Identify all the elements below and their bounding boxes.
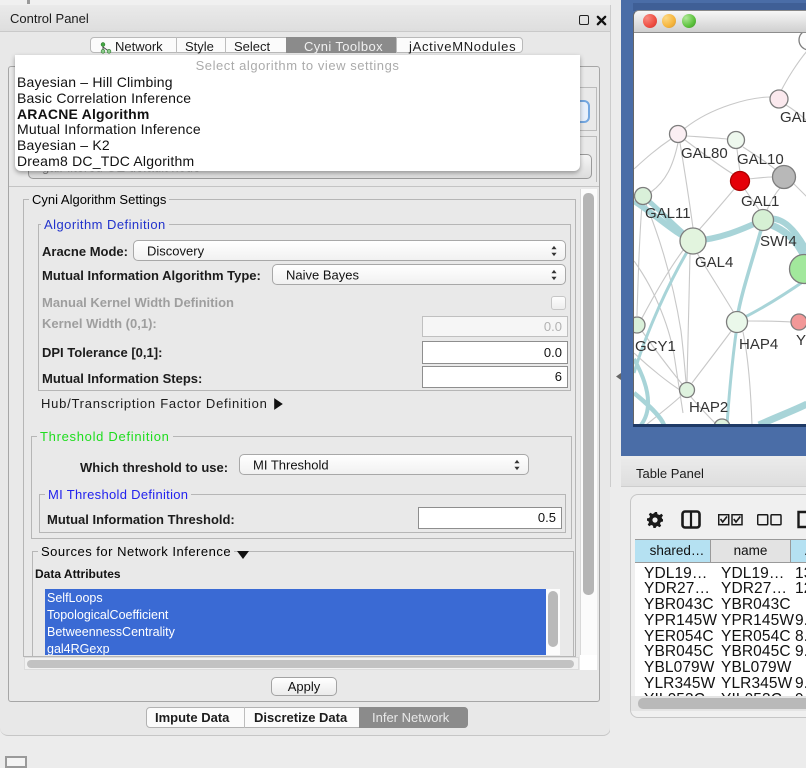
svg-text:HAP2: HAP2 xyxy=(689,399,728,416)
svg-text:GAL11: GAL11 xyxy=(645,205,691,222)
svg-text:GAL80: GAL80 xyxy=(681,145,728,162)
svg-text:GAL1: GAL1 xyxy=(741,193,779,210)
svg-text:GAL4: GAL4 xyxy=(695,254,733,271)
svg-text:Y: Y xyxy=(796,332,806,349)
svg-text:GAL2: GAL2 xyxy=(780,109,806,126)
svg-text:HAP4: HAP4 xyxy=(739,336,778,353)
svg-text:GAL10: GAL10 xyxy=(737,151,784,168)
svg-text:GCY1: GCY1 xyxy=(635,338,676,355)
svg-text:SWI4: SWI4 xyxy=(760,233,797,250)
